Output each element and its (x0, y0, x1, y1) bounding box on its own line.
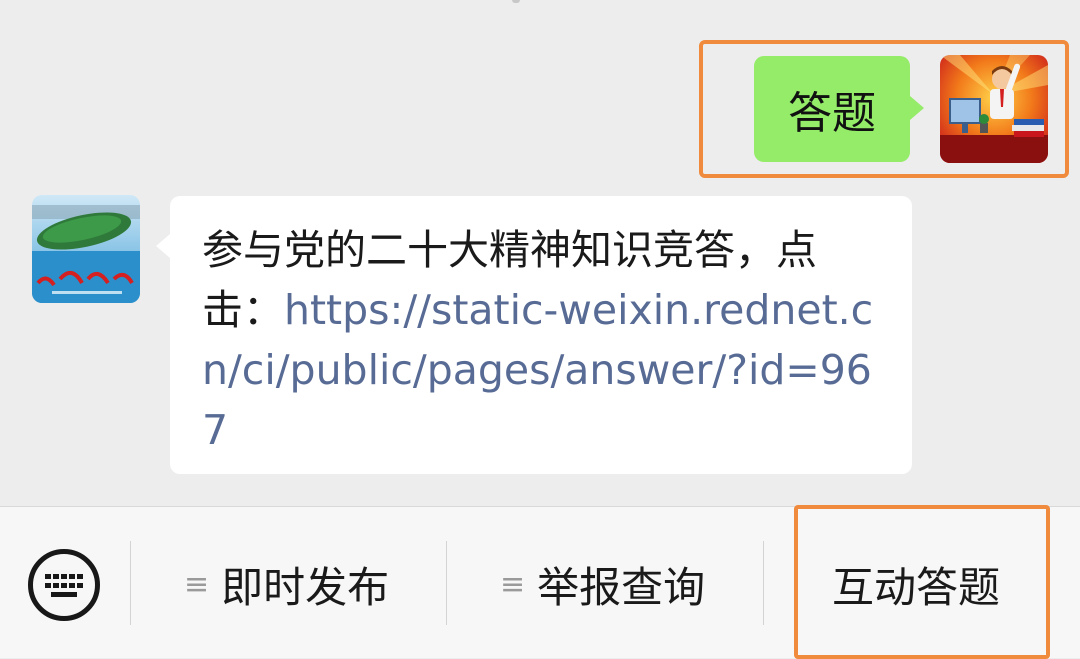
menu-item-interactive-quiz[interactable]: 互动答题 (832, 551, 1000, 617)
menu-item-label: 互动答题 (832, 562, 1001, 612)
menu-divider (763, 541, 764, 625)
submenu-icon: ≡ (500, 566, 526, 602)
island-landscape-logo-icon (32, 195, 140, 303)
office-worker-avatar-icon (940, 55, 1048, 163)
menu-divider (446, 541, 447, 625)
chat-area: 答题 参与党的二十大精神知识竞答，点击：https://static-weixi… (0, 0, 1080, 506)
scroll-indicator (512, 0, 520, 3)
outgoing-message-bubble[interactable]: 答题 (754, 56, 924, 162)
bubble-tail (156, 234, 170, 258)
menu-item-report-query[interactable]: ≡ 举报查询 (500, 551, 705, 617)
bubble-tail (910, 96, 924, 120)
user-avatar[interactable] (940, 55, 1048, 163)
menu-divider (130, 541, 131, 625)
menu-item-instant-publish[interactable]: ≡ 即时发布 (184, 551, 389, 617)
menu-item-label: 举报查询 (537, 562, 706, 612)
menu-item-label: 即时发布 (221, 562, 390, 612)
outgoing-message-text: 答题 (788, 88, 876, 139)
submenu-icon: ≡ (184, 566, 210, 602)
answer-link[interactable]: https://static-weixin.rednet.cn/ci/publi… (202, 286, 873, 454)
incoming-message-bubble: 参与党的二十大精神知识竞答，点击：https://static-weixin.r… (156, 196, 912, 474)
bottom-menu-bar: ≡ 即时发布 ≡ 举报查询 互动答题 (0, 505, 1080, 659)
official-account-avatar[interactable] (32, 195, 140, 303)
keyboard-toggle-button[interactable] (28, 549, 100, 621)
